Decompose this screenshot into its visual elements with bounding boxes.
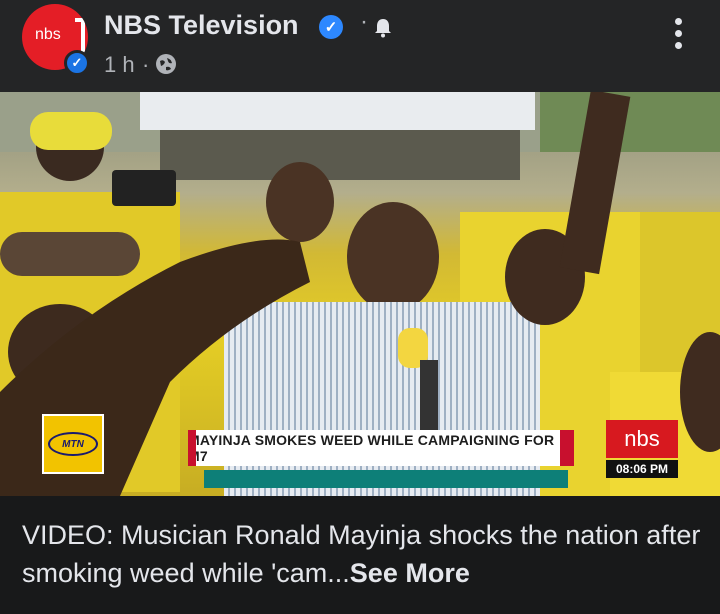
post-timestamp[interactable]: 1 h: [104, 52, 135, 78]
page-name-link[interactable]: NBS Television: [104, 10, 299, 41]
name-separator: ·: [360, 8, 368, 35]
verified-badge-icon: ✓: [319, 15, 343, 39]
globe-icon: [156, 54, 176, 74]
headline-accent-right: [560, 430, 574, 466]
nbs-channel-logo: nbs: [606, 420, 678, 458]
mtn-sponsor-logo: MTN: [42, 414, 104, 474]
bell-icon[interactable]: [374, 18, 396, 40]
broadcast-time: 08:06 PM: [606, 460, 678, 478]
avatar-logo-text: nbs: [35, 26, 61, 43]
ticker-strip: [204, 470, 568, 488]
post-header: nbs ✓ NBS Television ✓ · 1 h ·: [0, 0, 720, 92]
more-vertical-icon[interactable]: [668, 18, 688, 54]
avatar-verified-icon: ✓: [64, 50, 90, 76]
headline-lower-third: MAYINJA SMOKES WEED WHILE CAMPAIGNING FO…: [188, 430, 574, 466]
headline-accent-left: [188, 430, 196, 466]
mtn-logo-text: MTN: [48, 432, 98, 456]
headline-text: MAYINJA SMOKES WEED WHILE CAMPAIGNING FO…: [188, 432, 555, 464]
video-player[interactable]: MTN MAYINJA SMOKES WEED WHILE CAMPAIGNIN…: [0, 92, 720, 496]
timestamp-separator: ·: [142, 52, 150, 77]
post-caption: VIDEO: Musician Ronald Mayinja shocks th…: [22, 516, 702, 592]
see-more-link[interactable]: See More: [350, 558, 470, 588]
